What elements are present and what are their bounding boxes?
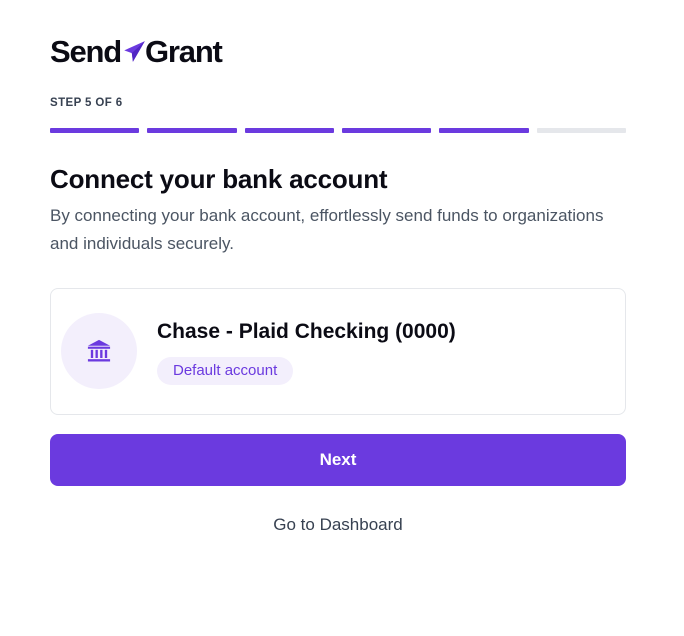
bank-icon-container [61,313,137,389]
progress-segment-4 [341,128,432,133]
progress-segment-2 [147,128,237,133]
progress-segment-5 [439,128,529,133]
logo-text-send: Send [50,34,122,69]
step-indicator: STEP 5 OF 6 [50,97,123,109]
go-to-dashboard-link[interactable]: Go to Dashboard [50,515,626,535]
page-title: Connect your bank account [50,164,388,194]
sendgrant-logo: Send Grant [50,34,223,70]
bank-icon [87,339,111,362]
progress-segment-1 [50,128,140,133]
logo-text-grant: Grant [145,34,223,69]
progress-segment-6 [536,128,626,133]
progress-segment-3 [244,128,334,133]
page-subtitle: By connecting your bank account, effortl… [50,206,604,253]
next-button[interactable]: Next [50,434,626,486]
default-account-badge: Default account [157,357,294,385]
account-name: Chase - Plaid Checking (0000) [157,320,456,343]
bank-account-card[interactable]: Chase - Plaid Checking (0000) Default ac… [50,288,626,415]
step-progress-bar [50,128,626,133]
paper-plane-icon [124,41,145,62]
